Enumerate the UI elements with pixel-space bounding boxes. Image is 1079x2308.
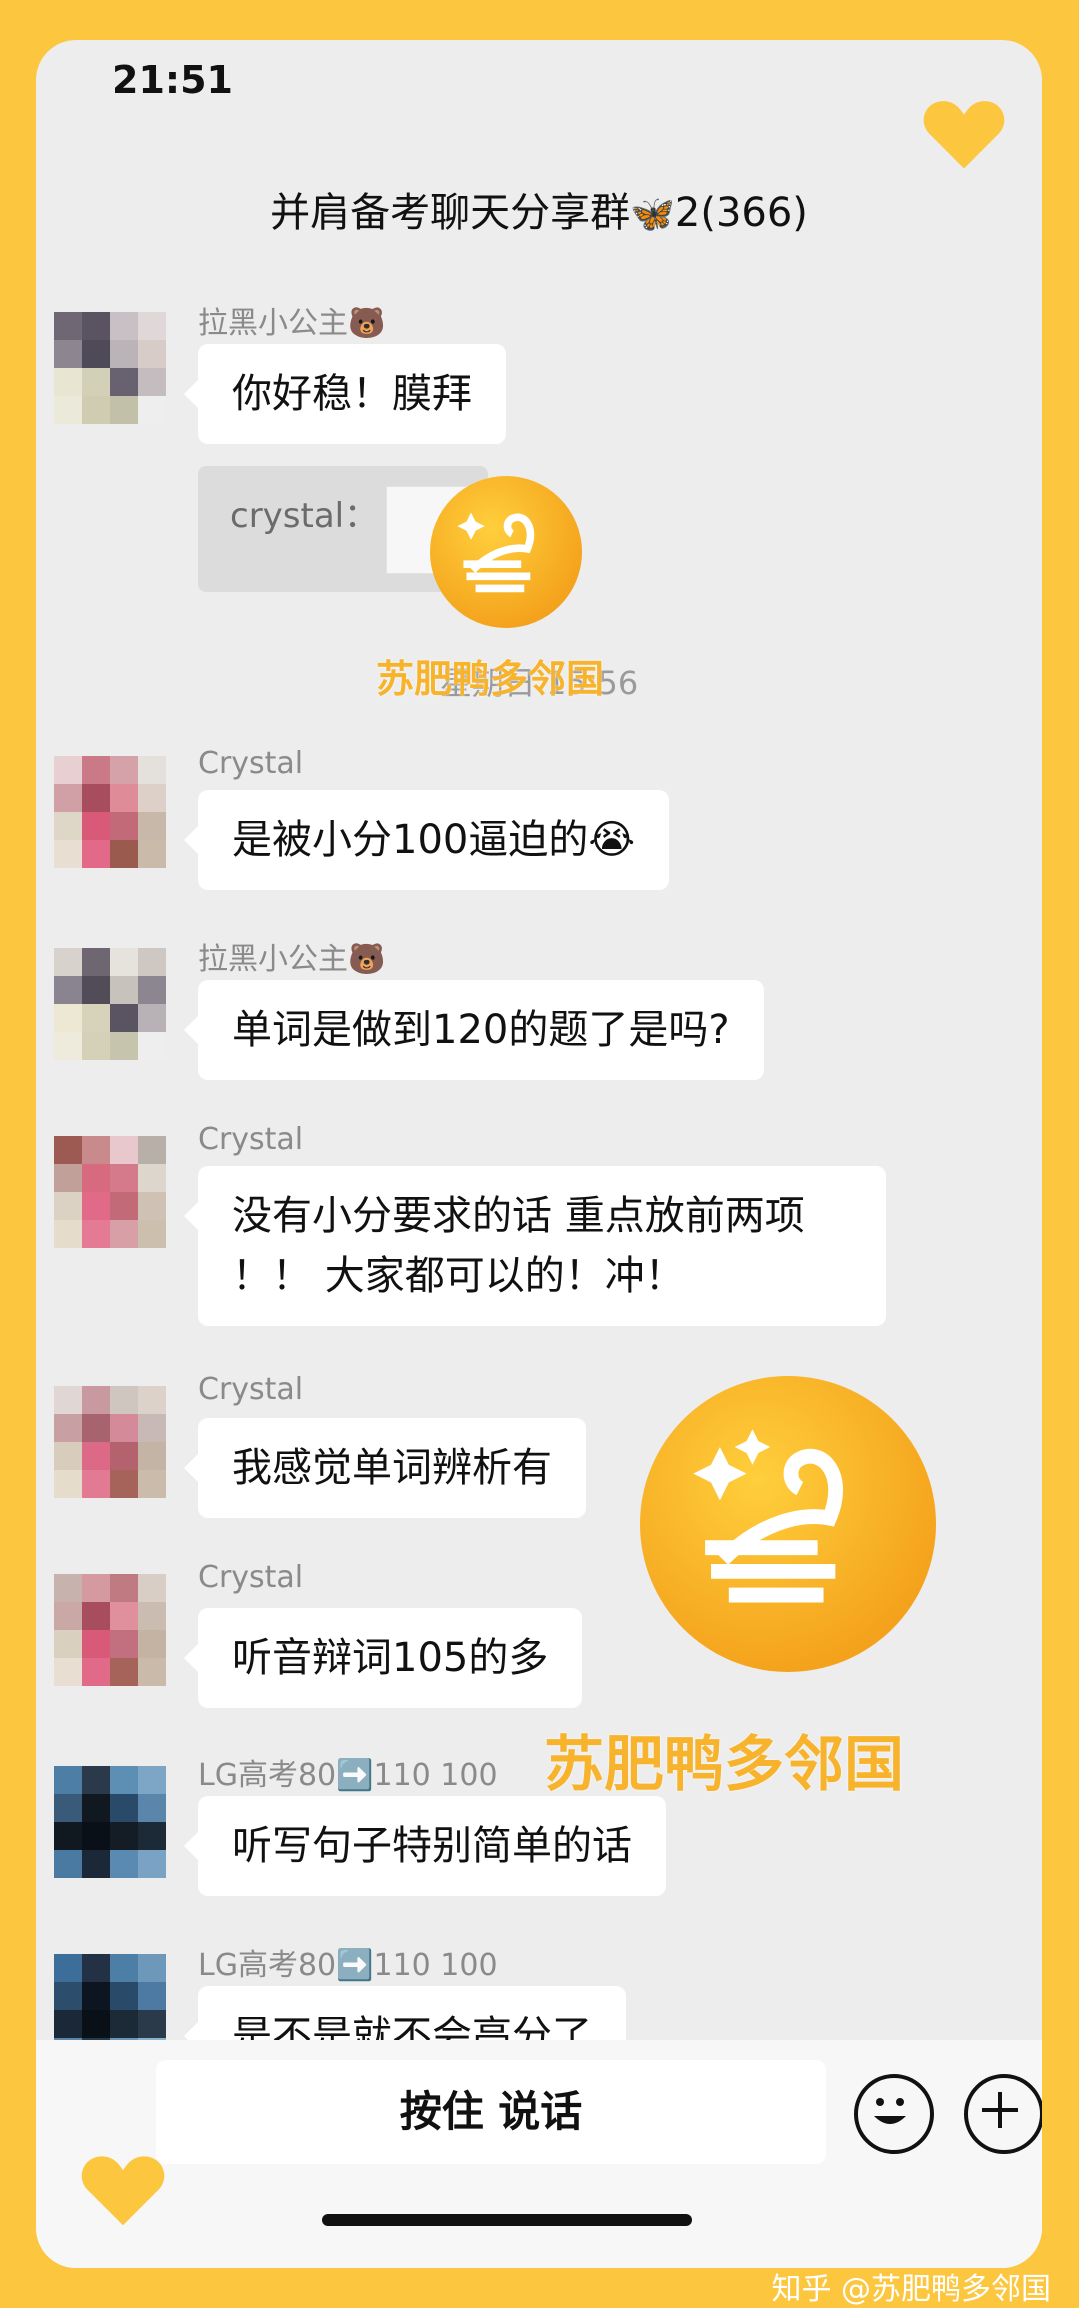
message-line: ！！ 大家都可以的！冲！ xyxy=(232,1253,685,1299)
sender-name: Crystal xyxy=(198,1122,304,1157)
avatar[interactable] xyxy=(54,756,166,868)
sender-name: 拉黑小公主🐻 xyxy=(198,306,386,341)
status-time: 21:51 xyxy=(112,58,233,102)
home-indicator[interactable] xyxy=(322,2214,692,2226)
emoji-icon[interactable] xyxy=(854,2074,934,2154)
swan-logo-icon xyxy=(640,1376,936,1672)
message-bubble[interactable]: 听写句子特别简单的话 xyxy=(184,1796,666,1896)
heart-icon xyxy=(81,2156,165,2226)
message-bubble[interactable]: 你好稳！膜拜 xyxy=(184,344,506,444)
sender-name: LG高考80➡️110 100 xyxy=(198,1948,498,1983)
footer-watermark: 知乎 @苏肥鸭多邻国 xyxy=(771,2272,1051,2307)
sender-name: 拉黑小公主🐻 xyxy=(198,942,386,977)
message-bubble[interactable]: 听音辩词105的多 xyxy=(183,1608,583,1708)
swan-logo-icon xyxy=(430,476,582,628)
watermark-text: 苏肥鸭多邻国 xyxy=(376,657,605,701)
message-bubble[interactable]: 单词是做到120的题了是吗? xyxy=(184,980,764,1080)
chat-title[interactable]: 并肩备考聊天分享群🦋2(366) xyxy=(36,180,1042,238)
message-bubble[interactable]: 没有小分要求的话 重点放前两项 ！！ 大家都可以的！冲！ xyxy=(184,1166,886,1326)
avatar[interactable] xyxy=(54,948,166,1060)
watermark-text: 苏肥鸭多邻国 xyxy=(544,1730,904,1800)
butterfly-emoji: 🦋 xyxy=(630,194,675,235)
quote-text: crystal： xyxy=(230,496,379,536)
sender-name: Crystal xyxy=(198,1560,304,1595)
message-bubble[interactable]: 是被小分100逼迫的😭 xyxy=(183,790,670,890)
message-line: 没有小分要求的话 重点放前两项 xyxy=(232,1193,805,1239)
input-bar: 按住 说话 xyxy=(36,2040,1042,2268)
avatar[interactable] xyxy=(54,1386,166,1498)
sender-name: Crystal xyxy=(198,1372,304,1407)
chat-title-text: 并肩备考聊天分享群 xyxy=(270,190,631,236)
plus-icon[interactable] xyxy=(964,2074,1042,2154)
avatar[interactable] xyxy=(54,1136,166,1248)
sender-name: LG高考80➡️110 100 xyxy=(198,1758,498,1793)
avatar[interactable] xyxy=(54,312,166,424)
sender-name: Crystal xyxy=(198,746,304,781)
hold-to-talk-button[interactable]: 按住 说话 xyxy=(156,2060,826,2164)
chat-member-count: 2(366) xyxy=(674,190,808,236)
message-bubble[interactable]: 我感觉单词辨析有 xyxy=(184,1418,586,1518)
avatar[interactable] xyxy=(54,1766,166,1878)
heart-icon xyxy=(923,101,1005,169)
phone-screen: 21:51 并肩备考聊天分享群🦋2(366) 拉黑小公主🐻 你好稳！膜拜 cry… xyxy=(36,40,1042,2268)
avatar[interactable] xyxy=(54,1574,166,1686)
